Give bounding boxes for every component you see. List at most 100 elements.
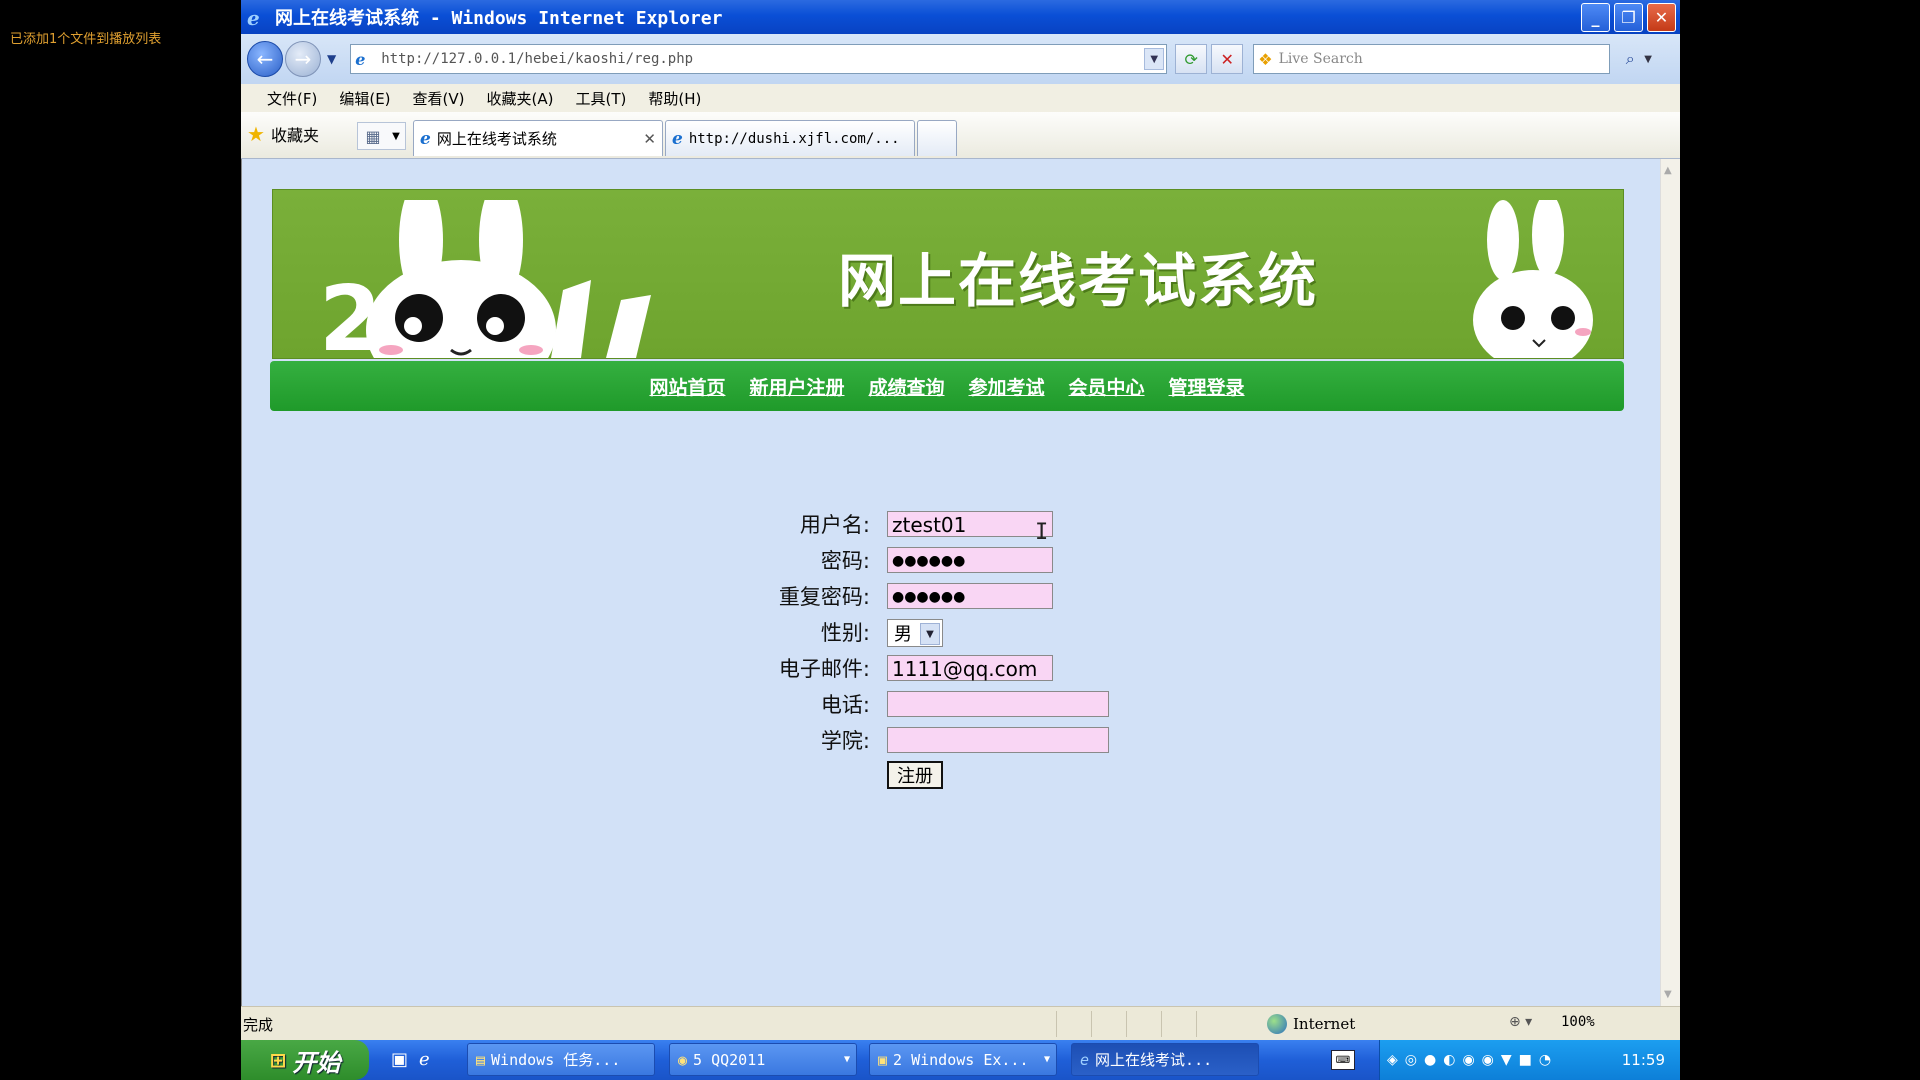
username-field[interactable]: ztest01 [887, 511, 1053, 537]
status-divider [1091, 1011, 1092, 1037]
minimize-button[interactable]: _ [1581, 3, 1610, 32]
nav-home-link[interactable]: 网站首页 [649, 373, 725, 400]
tray-icon[interactable]: ▼ [1501, 1052, 1512, 1068]
protected-mode-icon[interactable]: ⊕ ▾ [1509, 1014, 1532, 1030]
favorites-label: 收藏夹 [270, 126, 319, 145]
rabbit-illustration: 2 [319, 200, 651, 358]
taskbar: ⊞ 开始 ▣ e ▤ Windows 任务... ◉ 5 QQ2011 ▼ ▣ … [241, 1040, 1680, 1080]
back-button[interactable]: ← [247, 41, 283, 77]
restore-button[interactable]: ❐ [1614, 3, 1643, 32]
tray-icon[interactable]: ◐ [1443, 1052, 1455, 1068]
refresh-button[interactable]: ⟳ [1175, 44, 1208, 74]
address-url[interactable]: http://127.0.0.1/hebei/kaoshi/reg.php [381, 51, 693, 67]
tray-icon[interactable]: ● [1424, 1052, 1436, 1068]
start-button[interactable]: ⊞ 开始 [241, 1040, 369, 1080]
tab-label: 网上在线考试系统 [436, 130, 557, 148]
taskbar-item-label: Windows 任务... [491, 1051, 621, 1069]
chevron-down-icon[interactable]: ▼ [920, 623, 940, 645]
zoom-level[interactable]: 100% [1561, 1014, 1595, 1030]
tab-list-dropdown-icon[interactable]: ▼ [387, 122, 406, 150]
forward-button[interactable]: → [285, 41, 321, 77]
gender-select[interactable]: 男 ▼ [887, 619, 943, 647]
start-label: 开始 [292, 1048, 341, 1077]
menu-edit[interactable]: 编辑(E) [339, 88, 390, 109]
site-banner: 2 网上在线考试系统 [272, 189, 1624, 359]
nav-scores-link[interactable]: 成绩查询 [868, 373, 944, 400]
nav-member-link[interactable]: 会员中心 [1069, 373, 1145, 400]
title-bar: e 网上在线考试系统 - Windows Internet Explorer _… [241, 0, 1680, 34]
menu-help[interactable]: 帮助(H) [648, 88, 701, 109]
stop-button[interactable]: ✕ [1211, 44, 1244, 74]
rabbit-illustration [1473, 200, 1593, 358]
scroll-down-icon[interactable]: ▼ [1664, 989, 1672, 1000]
status-divider [1161, 1011, 1162, 1037]
taskbar-item[interactable]: e 网上在线考试... [1071, 1043, 1259, 1076]
player-notification: 已添加1个文件到播放列表 [10, 32, 162, 47]
address-field[interactable]: e http://127.0.0.1/hebei/kaoshi/reg.php … [350, 44, 1168, 74]
system-tray: ◈ ◎ ● ◐ ◉ ◉ ▼ ■ ◔ 11:59 [1379, 1040, 1680, 1080]
vertical-scrollbar[interactable]: ▲ ▼ [1660, 159, 1680, 1006]
tray-icon[interactable]: ◎ [1405, 1052, 1417, 1068]
favorites-button[interactable]: ★ 收藏夹 [247, 122, 319, 146]
new-tab-button[interactable] [917, 120, 957, 156]
nav-exam-link[interactable]: 参加考试 [969, 373, 1045, 400]
menu-favorites[interactable]: 收藏夹(A) [487, 88, 554, 109]
scroll-up-icon[interactable]: ▲ [1664, 165, 1672, 176]
password-field[interactable]: ●●●●●● [887, 547, 1053, 573]
close-button[interactable]: ✕ [1647, 3, 1676, 32]
repeat-password-field[interactable]: ●●●●●● [887, 583, 1053, 609]
search-icon[interactable]: ⌕ [1616, 45, 1644, 73]
folder-icon[interactable]: ▣ [391, 1049, 408, 1070]
email-label: 电子邮件: [778, 657, 870, 681]
nav-admin-login-link[interactable]: 管理登录 [1169, 373, 1245, 400]
chevron-down-icon: ▼ [843, 1054, 850, 1065]
status-divider [1196, 1011, 1197, 1037]
tab-dushi[interactable]: e http://dushi.xjfl.com/... [665, 120, 915, 156]
tray-icon[interactable]: ◈ [1387, 1052, 1398, 1068]
status-divider [1126, 1011, 1127, 1037]
menu-file[interactable]: 文件(F) [267, 88, 317, 109]
tab-exam-system[interactable]: e 网上在线考试系统 ✕ [413, 120, 663, 156]
nav-register-link[interactable]: 新用户注册 [749, 373, 844, 400]
search-input[interactable]: ❖ Live Search [1253, 44, 1611, 74]
phone-field[interactable] [887, 691, 1109, 717]
page-content: 2 网上在线考试系统 网站首页 新用户注册 成绩查询 参加考试 会员中心 管理登… [241, 159, 1662, 1006]
chevron-down-icon: ▼ [1043, 1054, 1050, 1065]
keyboard-icon[interactable]: ⌨ [1331, 1050, 1355, 1070]
quick-tabs-icon[interactable]: ▦ [357, 122, 389, 150]
folder-icon: ▣ [878, 1050, 888, 1069]
taskbar-item[interactable]: ◉ 5 QQ2011 ▼ [669, 1043, 857, 1076]
search-placeholder: Live Search [1278, 51, 1363, 67]
tray-icon[interactable]: ◉ [1462, 1052, 1474, 1068]
taskbar-item-label: 2 Windows Ex... [893, 1050, 1029, 1069]
status-divider [1056, 1011, 1057, 1037]
tray-icon[interactable]: ◔ [1539, 1052, 1551, 1068]
close-tab-icon[interactable]: ✕ [643, 130, 656, 148]
taskbar-item[interactable]: ▤ Windows 任务... [467, 1043, 655, 1076]
search-options-icon[interactable]: ▼ [1644, 54, 1652, 65]
tray-icon[interactable]: ■ [1519, 1052, 1532, 1068]
ie-page-icon: e [1080, 1050, 1090, 1069]
address-dropdown-icon[interactable]: ▼ [1144, 48, 1165, 70]
tab-bar: ★ 收藏夹 ▦ ▼ e 网上在线考试系统 ✕ e http://dushi.xj… [241, 112, 1680, 159]
clock[interactable]: 11:59 [1622, 1051, 1665, 1069]
history-dropdown-icon[interactable]: ▼ [327, 52, 336, 66]
live-search-icon: ❖ [1258, 49, 1273, 69]
site-nav: 网站首页 新用户注册 成绩查询 参加考试 会员中心 管理登录 [270, 361, 1624, 411]
ie-quicklaunch-icon[interactable]: e [419, 1049, 430, 1070]
menu-view[interactable]: 查看(V) [413, 88, 465, 109]
college-field[interactable] [887, 727, 1109, 753]
gender-value: 男 [894, 624, 912, 645]
tray-icon[interactable]: ◉ [1482, 1052, 1494, 1068]
taskbar-item[interactable]: ▣ 2 Windows Ex... ▼ [869, 1043, 1057, 1076]
security-zone[interactable]: Internet [1267, 1014, 1355, 1034]
gender-label: 性别: [820, 621, 870, 645]
address-toolbar: ← → ▼ e http://127.0.0.1/hebei/kaoshi/re… [241, 34, 1680, 84]
repeat-password-label: 重复密码: [778, 585, 870, 609]
ie-page-icon: e [672, 128, 683, 149]
zone-label: Internet [1293, 1015, 1356, 1033]
email-field[interactable]: 1111@qq.com [887, 655, 1053, 681]
menu-tools[interactable]: 工具(T) [575, 88, 626, 109]
register-button[interactable]: 注册 [887, 761, 943, 789]
taskbar-item-label: 5 QQ2011 [693, 1050, 766, 1069]
